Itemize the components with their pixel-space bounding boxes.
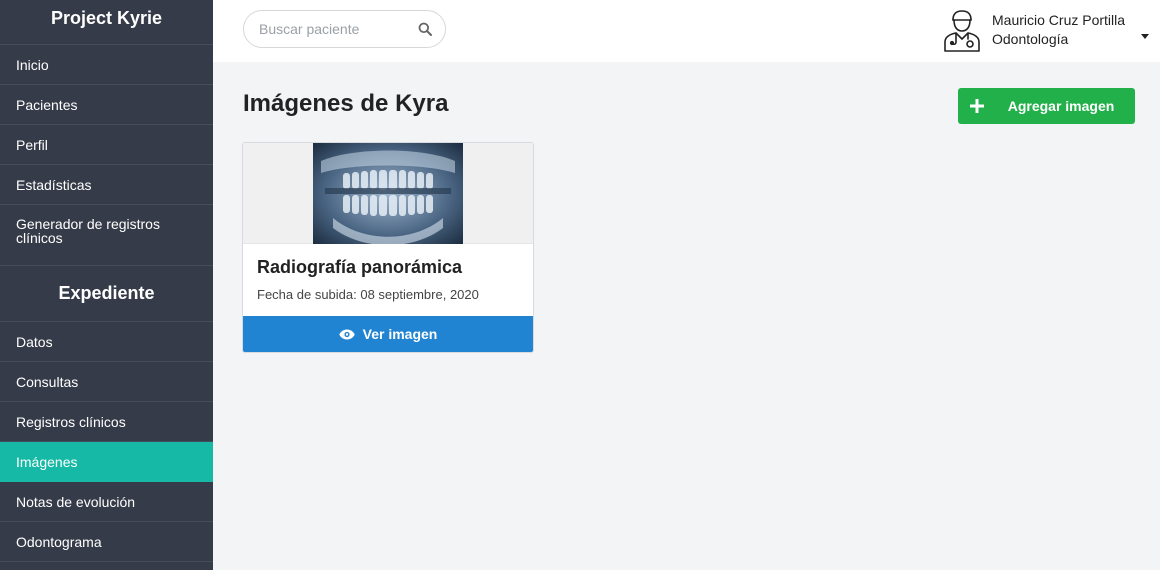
doctor-avatar-icon [941,8,983,52]
sidebar-item-registros[interactable]: Registros clínicos [0,402,213,442]
sidebar-item-odontograma[interactable]: Odontograma [0,522,213,562]
image-card: Radiografía panorámica Fecha de subida: … [242,142,534,353]
card-title: Radiografía panorámica [257,257,463,277]
sidebar-item-inicio[interactable]: Inicio [0,45,213,85]
sidebar-item-estadisticas[interactable]: Estadísticas [0,165,213,205]
user-menu[interactable]: Mauricio Cruz Portilla Odontología [941,6,1151,54]
view-image-button[interactable]: Ver imagen [243,316,533,352]
xray-thumbnail[interactable] [313,143,463,244]
sidebar-item-imagenes[interactable]: Imágenes [0,442,213,482]
sidebar-item-generador[interactable]: Generador de registros clínicos [0,205,213,266]
app-title: Project Kyrie [0,0,213,45]
card-upload-date: Fecha de subida: 08 septiembre, 2020 [257,287,479,302]
topbar: Mauricio Cruz Portilla Odontología [213,0,1160,62]
chevron-down-icon[interactable] [1141,34,1149,39]
add-image-label: Agregar imagen [1007,98,1115,114]
sidebar-item-notas[interactable]: Notas de evolución [0,482,213,522]
image-thumbnail-wrap [243,143,533,244]
search-icon[interactable] [417,21,433,37]
sidebar-item-pacientes[interactable]: Pacientes [0,85,213,125]
user-name: Mauricio Cruz Portilla [992,12,1126,28]
user-role: Odontología [992,31,1069,47]
search-box[interactable] [243,10,446,48]
sidebar-item-consultas[interactable]: Consultas [0,362,213,402]
eye-icon [338,329,355,340]
sidebar: Project Kyrie Inicio Pacientes Perfil Es… [0,0,213,570]
view-image-label: Ver imagen [362,326,438,342]
plus-icon [958,88,995,124]
page-title: Imágenes de Kyra [243,90,449,117]
sidebar-item-datos[interactable]: Datos [0,322,213,362]
sidebar-item-perfil[interactable]: Perfil [0,125,213,165]
add-image-button[interactable]: Agregar imagen [958,88,1135,124]
section-title-expediente: Expediente [0,266,213,322]
search-input[interactable] [259,21,417,37]
